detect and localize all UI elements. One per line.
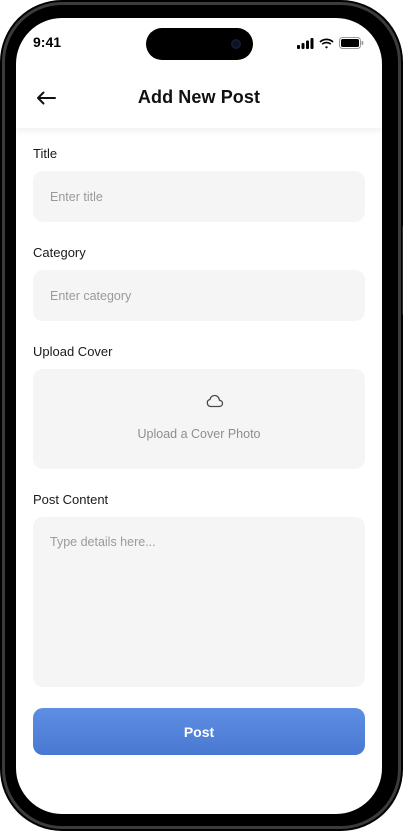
wifi-icon: [319, 38, 334, 49]
battery-icon: [339, 37, 364, 49]
cloud-icon: [206, 394, 224, 408]
app-screen: 9:41 Add New Post Title Enter title Cate…: [16, 18, 382, 814]
upload-cover-label: Upload Cover: [33, 344, 113, 359]
dynamic-island: [146, 28, 253, 60]
status-icons: [297, 37, 364, 49]
post-content-label: Post Content: [33, 492, 109, 507]
phone-frame: 9:41 Add New Post Title Enter title Cate…: [0, 0, 403, 831]
status-time: 9:41: [33, 34, 62, 50]
post-content-textarea[interactable]: [33, 517, 365, 687]
app-header: Add New Post: [16, 68, 382, 128]
upload-cover-prompt: Upload a Cover Photo: [137, 427, 261, 441]
category-label: Category: [33, 245, 86, 260]
camera-icon: [231, 39, 241, 49]
category-input[interactable]: [33, 270, 365, 321]
upload-cover-dropzone[interactable]: Upload a Cover Photo: [33, 369, 365, 469]
title-input[interactable]: [33, 171, 365, 222]
title-label: Title: [33, 146, 58, 161]
post-button[interactable]: Post: [33, 708, 365, 755]
signal-icon: [297, 37, 314, 49]
status-bar: 9:41: [16, 18, 382, 68]
page-title: Add New Post: [137, 87, 261, 107]
